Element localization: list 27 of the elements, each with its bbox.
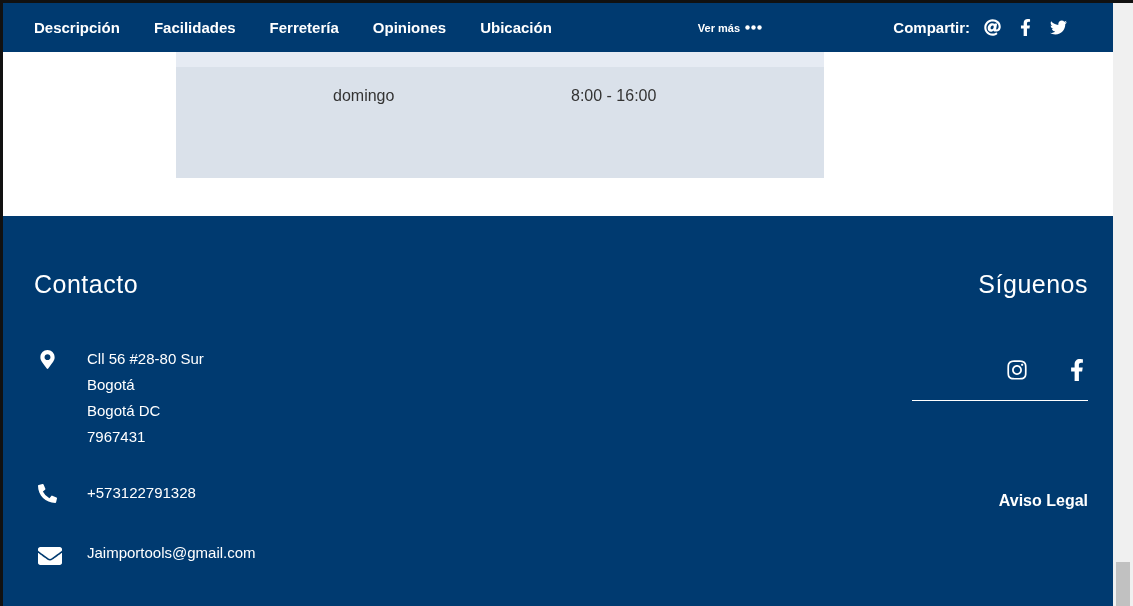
location-pin-icon [38,350,57,369]
contact-text: Bogotá [87,375,136,395]
dots-icon [745,25,763,30]
legal-link[interactable]: Aviso Legal [998,492,1088,510]
twitter-icon[interactable] [1050,19,1067,36]
more-link[interactable]: Ver más [697,21,763,34]
contact-heading: Contacto [34,270,140,299]
contact-text[interactable]: Jaimportools@gmail.com [87,540,256,566]
time-cell: 8:00 - 16:00 [571,87,657,105]
scrollbar[interactable] [1113,3,1133,606]
contact-text: +573122791328 [87,483,196,503]
follow-heading: Síguenos [978,270,1088,299]
instagram-icon[interactable] [1006,359,1028,381]
at-sign-icon[interactable] [984,19,1001,36]
day-cell-text: domingo [333,87,396,105]
phone-icon [38,484,57,503]
contact-text: 7967431 [87,427,147,447]
contact-text: Bogotá DC [87,401,162,421]
nav-link[interactable]: Ferretería [269,19,339,36]
scrollbar-thumb[interactable] [1116,562,1130,606]
envelope-icon [38,544,62,568]
share-label: Compartir: [893,19,970,36]
nav-link[interactable]: Ubicación [480,19,552,36]
nav-link[interactable]: Facilidades [153,19,236,36]
nav-link[interactable]: Descripción [34,19,120,36]
nav-link[interactable]: Opiniones [372,19,447,36]
contact-text: Cll 56 #28-80 Sur [87,349,204,369]
